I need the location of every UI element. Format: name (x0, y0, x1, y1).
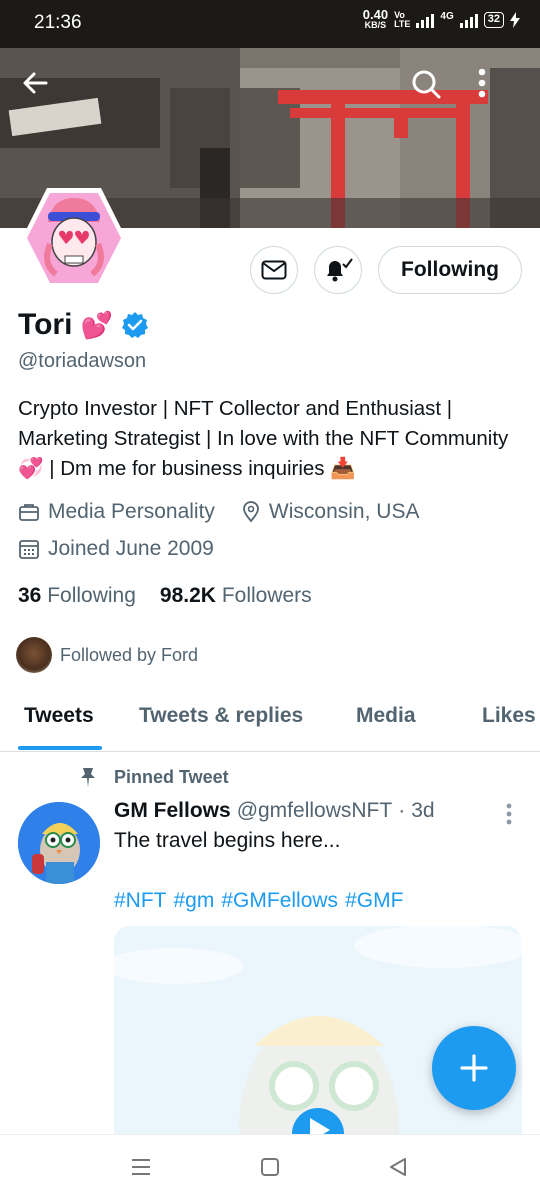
profile-tabs: Tweets Tweets & replies Media Likes (0, 690, 540, 752)
hashtag-link[interactable]: #NFT (114, 889, 167, 913)
signal-icon-2 (459, 12, 478, 28)
following-count: 36 (18, 584, 42, 607)
back-button[interactable] (20, 68, 64, 112)
plus-icon (460, 1054, 488, 1082)
tweet-more-button[interactable] (505, 802, 513, 831)
battery-level: 32 (487, 13, 500, 25)
system-nav-bar (0, 1134, 540, 1200)
tweet-avatar-image (18, 802, 100, 884)
following-button[interactable]: Following (378, 246, 522, 294)
profile-avatar[interactable] (20, 184, 128, 292)
profile-bio: Crypto Investor | NFT Collector and Enth… (18, 397, 509, 480)
briefcase-icon (19, 504, 39, 521)
following-stat[interactable]: 36 Following (18, 584, 136, 608)
follower-avatar (16, 637, 52, 673)
profile-joined: Joined June 2009 (18, 537, 214, 561)
pinned-label-text: Pinned Tweet (114, 766, 229, 787)
network-speed-value: 0.40 (362, 7, 389, 22)
pinned-label: Pinned Tweet (78, 766, 229, 788)
tweet-author-name[interactable]: GM Fellows (114, 799, 231, 823)
volte-indicator: Vo LTE (394, 11, 410, 29)
hashtag-link[interactable]: #gm (174, 889, 215, 913)
pin-icon (81, 768, 95, 787)
profile-category-text: Media Personality (48, 500, 215, 523)
profile-actions: Following (250, 246, 522, 294)
network-type: 4G (440, 10, 454, 22)
followed-by-text: Followed by Ford (60, 644, 199, 665)
tweet-author-avatar[interactable] (18, 802, 100, 884)
charging-icon (510, 12, 520, 28)
profile-category: Media Personality (18, 500, 215, 524)
notifications-button[interactable] (314, 246, 363, 294)
status-time: 21:36 (34, 12, 82, 33)
profile-location-text: Wisconsin, USA (268, 500, 420, 523)
bell-check-icon (327, 258, 353, 282)
tweet-separator: · (398, 799, 406, 822)
hashtag-link[interactable]: #GMF (345, 889, 403, 913)
message-button[interactable] (250, 246, 299, 294)
more-button[interactable] (478, 68, 522, 112)
followers-label: Followers (221, 584, 312, 607)
more-vertical-icon (478, 68, 486, 98)
square-icon (261, 1158, 279, 1176)
tab-tweets[interactable]: Tweets (24, 704, 94, 728)
battery-icon: 32 (483, 12, 504, 28)
profile-meta: Media Personality Wisconsin, USA (18, 500, 437, 524)
tweet-age: 3d (411, 799, 435, 822)
volte-bottom: LTE (394, 19, 411, 29)
arrow-left-icon (23, 72, 48, 94)
profile-location: Wisconsin, USA (241, 500, 420, 524)
tab-tweets-replies[interactable]: Tweets & replies (139, 704, 303, 728)
tweet-hashtags: #NFT #gm #GMFellows #GMF (114, 889, 403, 913)
search-button[interactable] (410, 68, 454, 112)
menu-icon (132, 1159, 150, 1175)
tab-media[interactable]: Media (356, 704, 416, 728)
followers-stat[interactable]: 98.2K Followers (160, 584, 312, 608)
tweet-header: GM Fellows @gmfellowsNFT · 3d (114, 799, 435, 823)
signal-icon (416, 12, 435, 28)
avatar-image (22, 188, 126, 288)
triangle-back-icon (390, 1158, 406, 1176)
verified-badge-icon (121, 312, 148, 338)
nav-back-button[interactable] (388, 1157, 408, 1182)
tab-likes[interactable]: Likes (482, 704, 536, 728)
profile-handle: @toriadawson (18, 350, 147, 372)
status-indicators: 0.40 KB/S Vo LTE 4G 32 (362, 7, 520, 30)
mail-icon (261, 260, 287, 280)
tweet-text: The travel begins here... (114, 829, 341, 852)
profile-name-row: Tori 💕 (18, 308, 149, 342)
profile-joined-text: Joined June 2009 (48, 537, 214, 560)
active-tab-indicator (18, 746, 102, 750)
calendar-icon (19, 540, 39, 559)
nav-home-button[interactable] (260, 1157, 280, 1182)
compose-tweet-button[interactable] (432, 1026, 516, 1110)
following-label: Following (47, 584, 136, 607)
followers-count: 98.2K (159, 584, 216, 607)
more-vertical-icon (506, 803, 512, 825)
followed-by[interactable]: Followed by Ford (16, 637, 198, 673)
profile-stats: 36 Following 98.2K Followers (18, 584, 312, 608)
search-icon (412, 70, 441, 99)
name-emoji: 💕 (80, 309, 113, 340)
profile-joined-row: Joined June 2009 (18, 537, 232, 561)
network-speed-unit: KB/S (364, 20, 387, 30)
display-name: Tori (18, 308, 73, 341)
status-bar: 21:36 0.40 KB/S Vo LTE 4G 32 (0, 0, 540, 48)
hashtag-link[interactable]: #GMFellows (221, 889, 338, 913)
tweet-author-handle[interactable]: @gmfellowsNFT (237, 799, 393, 823)
nav-menu-button[interactable] (130, 1157, 152, 1182)
network-speed: 0.40 KB/S (362, 7, 389, 30)
location-pin-icon (243, 501, 259, 523)
